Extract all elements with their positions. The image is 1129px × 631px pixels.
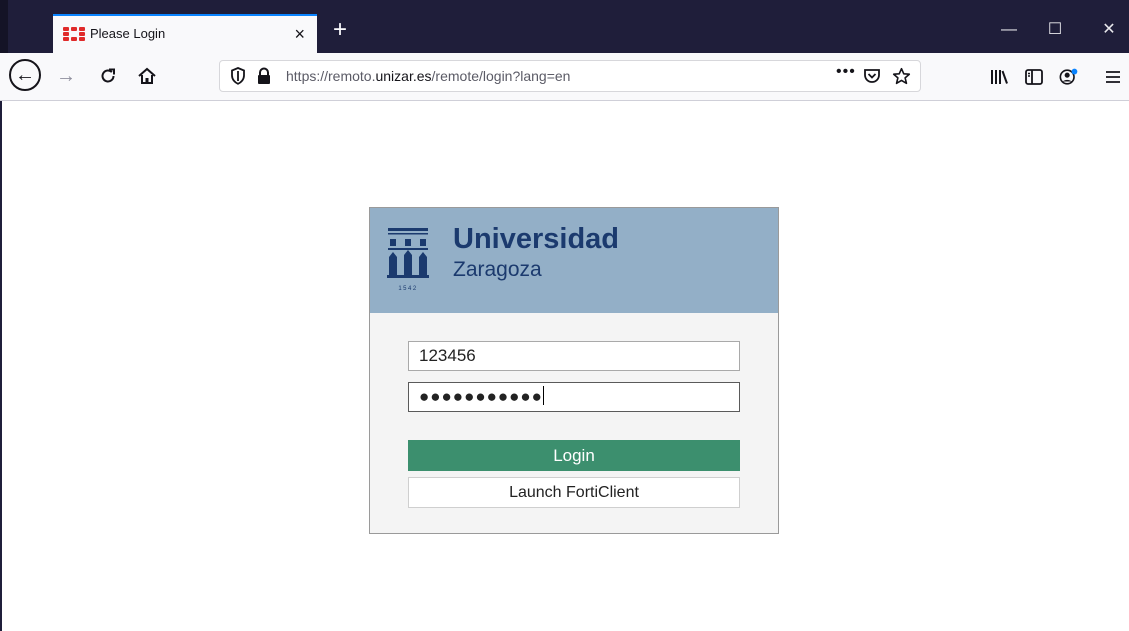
menu-icon[interactable] <box>1103 67 1123 87</box>
close-window-button[interactable]: ✕ <box>1089 18 1129 42</box>
tab-title: Please Login <box>90 26 166 41</box>
university-logo-icon: 1542 <box>387 228 429 292</box>
shield-icon[interactable] <box>230 67 246 85</box>
fortinet-favicon-icon <box>63 27 85 41</box>
username-input[interactable] <box>408 341 740 371</box>
tab-please-login[interactable]: Please Login × <box>53 14 317 53</box>
brand-university: Universidad <box>453 223 619 255</box>
reload-button[interactable] <box>94 62 122 90</box>
url-prefix: https://remoto. <box>286 68 376 84</box>
lock-icon[interactable] <box>256 67 272 85</box>
sidebar-icon[interactable] <box>1024 67 1044 87</box>
password-mask: ●●●●●●●●●●● <box>419 387 543 406</box>
url-text[interactable]: https://remoto.unizar.es/remote/login?la… <box>286 68 570 84</box>
text-caret <box>542 386 544 405</box>
login-button[interactable]: Login <box>408 440 740 471</box>
minimize-button[interactable]: — <box>989 18 1029 42</box>
brand-zaragoza: Zaragoza <box>453 258 542 281</box>
browser-titlebar: Please Login × + — ☐ ✕ <box>0 0 1129 53</box>
launch-forticlient-button[interactable]: Launch FortiClient <box>408 477 740 508</box>
page-actions-menu-button[interactable]: ••• <box>836 63 856 81</box>
password-input[interactable]: ●●●●●●●●●●● <box>408 382 740 412</box>
home-icon <box>138 67 156 84</box>
tab-close-button[interactable]: × <box>294 22 305 46</box>
url-domain: unizar.es <box>375 68 432 84</box>
forward-button[interactable]: → <box>52 62 80 90</box>
reload-icon <box>101 68 115 83</box>
maximize-button[interactable]: ☐ <box>1035 18 1075 42</box>
login-panel: 1542 Universidad Zaragoza ●●●●●●●●●●● Lo… <box>369 207 779 534</box>
bookmark-star-icon[interactable] <box>892 67 911 86</box>
url-path: /remote/login?lang=en <box>431 68 571 84</box>
page-content: 1542 Universidad Zaragoza ●●●●●●●●●●● Lo… <box>0 101 1129 631</box>
home-button[interactable] <box>133 62 161 90</box>
university-banner: 1542 Universidad Zaragoza <box>370 208 778 313</box>
new-tab-button[interactable]: + <box>327 18 353 44</box>
back-button[interactable]: ← <box>9 59 41 91</box>
pocket-icon[interactable] <box>863 67 881 85</box>
logo-year: 1542 <box>398 286 417 292</box>
library-icon[interactable] <box>989 67 1009 87</box>
url-bar[interactable]: https://remoto.unizar.es/remote/login?la… <box>219 60 921 92</box>
window-edge <box>0 101 2 631</box>
account-icon[interactable] <box>1059 67 1079 87</box>
browser-navbar: ← → https://remoto.unizar.es/remote/logi… <box>0 53 1129 101</box>
titlebar-edge <box>0 0 8 53</box>
